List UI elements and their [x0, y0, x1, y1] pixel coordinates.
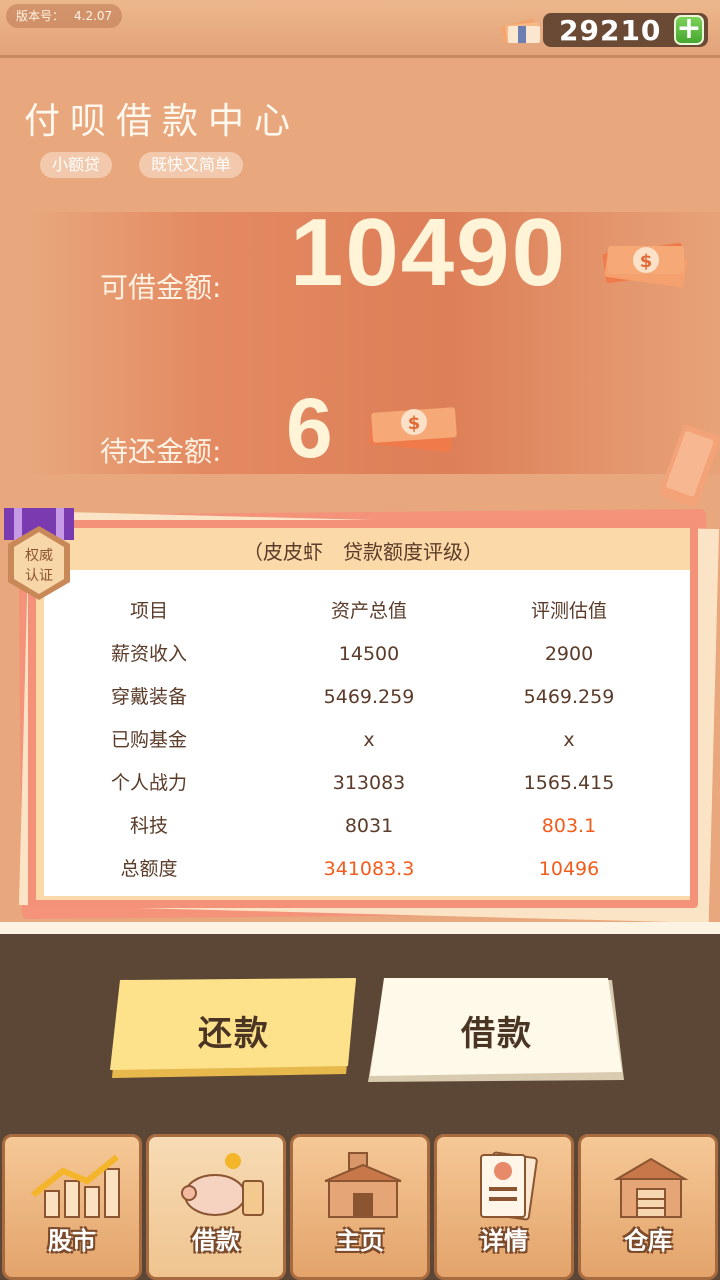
- row-estimate: 803.1: [541, 815, 597, 837]
- row-asset: 341083.3: [323, 858, 415, 880]
- nav-stock[interactable]: 股市: [2, 1134, 142, 1280]
- cash-stack-icon: [500, 18, 541, 44]
- row-item: 穿戴装备: [110, 686, 187, 708]
- nav-borrow[interactable]: 借款: [146, 1134, 286, 1280]
- header-asset: 资产总值: [330, 600, 407, 622]
- row-estimate: 1565.415: [523, 772, 615, 794]
- balance-value: 29210: [559, 14, 662, 47]
- nav-home-label: 主页: [336, 1227, 384, 1255]
- row-asset: 5469.259: [323, 686, 415, 708]
- badge-line2: 认证: [25, 568, 53, 584]
- nav-details[interactable]: 详情: [434, 1134, 574, 1280]
- nav-home[interactable]: 主页: [290, 1134, 430, 1280]
- rating-title: （皮皮虾 贷款额度评级）: [243, 540, 483, 564]
- money-bill-icon: $: [602, 242, 688, 288]
- row-item: 个人战力: [110, 772, 187, 794]
- row-item: 科技: [129, 815, 168, 837]
- nav-borrow-label: 借款: [192, 1227, 240, 1255]
- row-estimate: 10496: [538, 858, 600, 880]
- table-row: 穿戴装备 5469.259 5469.259: [44, 676, 690, 719]
- svg-text:$: $: [408, 413, 421, 434]
- row-item: 薪资收入: [110, 643, 187, 665]
- row-asset: 14500: [338, 643, 400, 665]
- table-row: 已购基金 x x: [44, 719, 690, 762]
- add-money-button[interactable]: +: [674, 14, 704, 45]
- row-estimate: 5469.259: [523, 686, 615, 708]
- due-amount-label: 待还金额:: [100, 435, 222, 468]
- due-amount-value: 6: [286, 381, 333, 475]
- balance-box: 29210 +: [543, 13, 708, 47]
- piggy-bank-icon: [181, 1153, 264, 1216]
- svg-text:$: $: [640, 251, 653, 272]
- profile-card-icon: [480, 1151, 538, 1221]
- certified-badge: 权威 认证: [4, 508, 74, 604]
- header-item: 项目: [129, 600, 168, 622]
- row-asset: 8031: [344, 815, 394, 837]
- money-bill-icon: $: [369, 407, 457, 452]
- nav-warehouse[interactable]: 仓库: [578, 1134, 718, 1280]
- table-header-row: 项目 资产总值 评测估值: [44, 590, 690, 633]
- lower-edge: [0, 922, 720, 934]
- version-value: 4.2.07: [74, 9, 113, 23]
- table-row-total: 总额度 341083.3 10496: [44, 848, 690, 891]
- version-label: 版本号：: [16, 9, 65, 23]
- badge-line1: 权威: [25, 548, 53, 564]
- table-row: 薪资收入 14500 2900: [44, 633, 690, 676]
- header-estimate: 评测估值: [530, 600, 607, 622]
- available-amount-label: 可借金额:: [100, 271, 222, 304]
- row-asset: x: [363, 729, 375, 751]
- repay-label: 还款: [198, 1014, 270, 1054]
- row-item: 总额度: [120, 858, 178, 880]
- rating-card: （皮皮虾 贷款额度评级） 项目 资产总值 评测估值 薪资收入 14500 290…: [28, 520, 698, 908]
- rating-table: 项目 资产总值 评测估值 薪资收入 14500 2900 穿戴装备 5469.2…: [44, 570, 690, 896]
- row-estimate: 2900: [544, 643, 594, 665]
- table-row: 科技 8031 803.1: [44, 805, 690, 848]
- row-estimate: x: [563, 729, 575, 751]
- warehouse-icon: [613, 1157, 689, 1218]
- nav-details-label: 详情: [480, 1227, 528, 1255]
- nav-warehouse-label: 仓库: [624, 1227, 672, 1255]
- borrow-button[interactable]: 借款: [366, 978, 628, 1082]
- table-row: 个人战力 313083 1565.415: [44, 762, 690, 805]
- row-asset: 313083: [332, 772, 406, 794]
- repay-button[interactable]: 还款: [106, 978, 362, 1082]
- top-bar: 版本号： 4.2.07 29210 +: [0, 0, 720, 58]
- available-amount-value: 10490: [290, 199, 567, 306]
- app-root: 版本号： 4.2.07 29210 + 付呗借款中心 小额贷 既快又简单 可借金额…: [0, 0, 720, 1280]
- nav-stock-label: 股市: [48, 1227, 96, 1255]
- tag-small-loan: 小额贷: [40, 152, 113, 178]
- home-shop-icon: [324, 1152, 402, 1218]
- tag-fast-simple: 既快又简单: [139, 152, 244, 178]
- page-title: 付呗借款中心: [24, 101, 301, 142]
- falling-bill-icon: [659, 424, 720, 508]
- row-item: 已购基金: [110, 729, 187, 751]
- borrow-label: 借款: [461, 1014, 533, 1054]
- version-pill: 版本号： 4.2.07: [6, 4, 123, 28]
- stock-chart-icon: [31, 1154, 120, 1218]
